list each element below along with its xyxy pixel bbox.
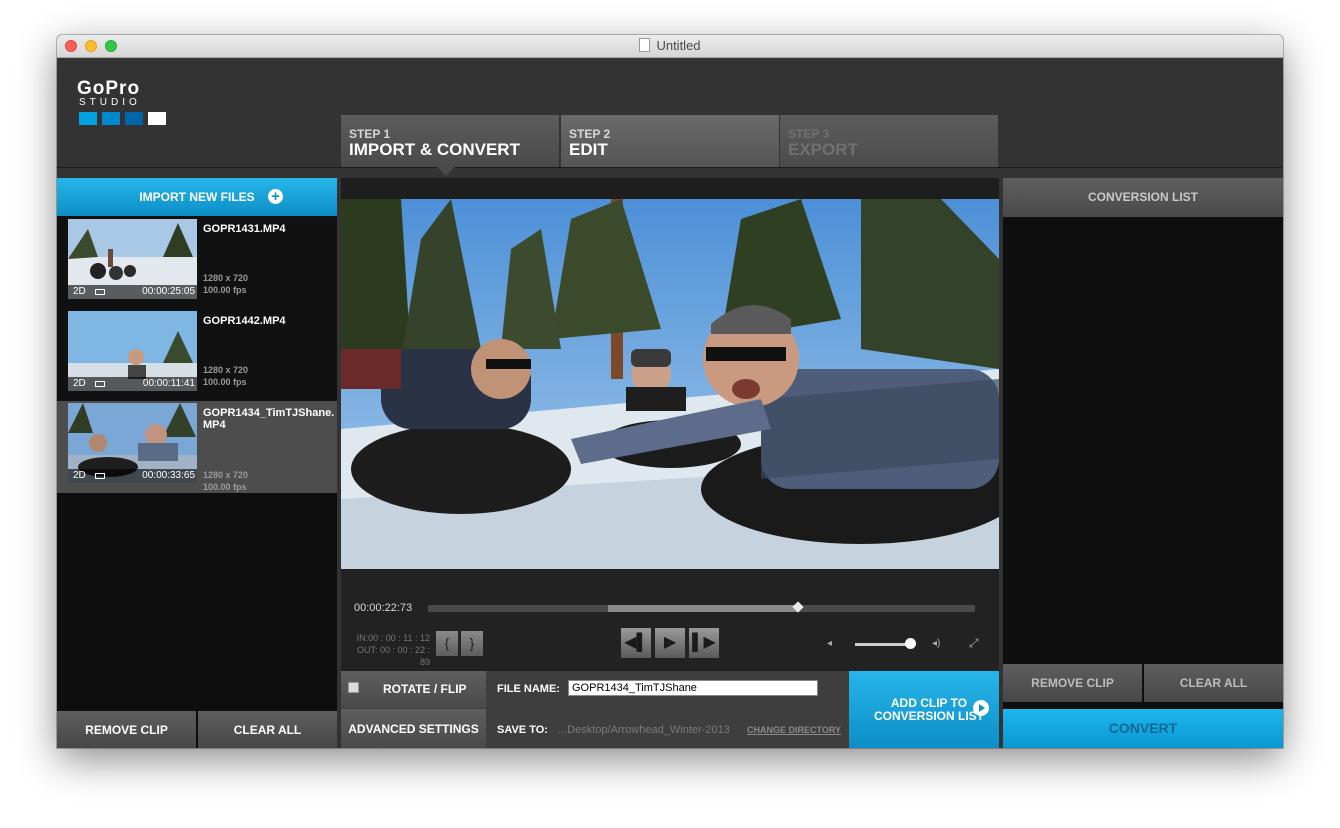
clip-meta-bar: 2D 00:00:11:41 <box>68 377 197 391</box>
remove-clip-button[interactable]: REMOVE CLIP <box>57 711 196 748</box>
camera-icon <box>95 473 105 479</box>
change-directory-link[interactable]: CHANGE DIRECTORY <box>747 725 841 735</box>
title-bar: Untitled <box>57 35 1283 58</box>
mark-in-button[interactable]: { <box>436 631 458 656</box>
clip-fps: 100.00 fps <box>203 482 247 492</box>
clip-fps: 100.00 fps <box>203 285 247 295</box>
clip-mode: 2D <box>73 286 86 297</box>
plus-circle-icon: + <box>268 189 283 204</box>
clip-specs: 1280 x 720 100.00 fps <box>203 364 248 388</box>
step-label: IMPORT & CONVERT <box>349 140 520 159</box>
logo-square-3 <box>125 112 143 125</box>
clip-specs: 1280 x 720 100.00 fps <box>203 469 248 493</box>
preview-panel: 00:00:22:73 IN:00 : 00 : 11 : 12 OUT: 00… <box>341 178 999 748</box>
app-window: Untitled GoPro STUDIO STEP 1 IMPORT & CO… <box>57 35 1283 748</box>
clip-duration: 00:00:25:05 <box>142 286 195 297</box>
mark-out-button[interactable]: } <box>461 631 483 656</box>
clip-mode: 2D <box>73 470 86 481</box>
logo-square-2 <box>102 112 120 125</box>
timeline-scrubber[interactable] <box>428 601 975 613</box>
clear-all-button[interactable]: CLEAR ALL <box>1144 664 1283 702</box>
file-name-input[interactable] <box>568 680 818 696</box>
clip-name: GOPR1434_TimTJShane. MP4 <box>203 407 335 431</box>
media-bin-actions: REMOVE CLIP CLEAR ALL <box>57 711 337 748</box>
in-out-points: IN:00 : 00 : 11 : 12 OUT: 00 : 00 : 22 :… <box>346 632 430 668</box>
conversion-list-actions: REMOVE CLIP CLEAR ALL <box>1003 664 1283 702</box>
clip-duration: 00:00:11:41 <box>142 378 195 389</box>
rotate-flip-checkbox[interactable] <box>348 682 359 693</box>
import-new-files-button[interactable]: IMPORT NEW FILES + <box>57 178 337 216</box>
clip-name: GOPR1431.MP4 <box>203 223 286 235</box>
out-point: OUT: 00 : 00 : 22 : 89 <box>356 645 430 667</box>
save-path: ...Desktop/Arrowhead_Winter-2013 <box>558 724 730 736</box>
rotate-flip-label: ROTATE / FLIP <box>383 682 467 696</box>
rotate-flip-toggle[interactable]: ROTATE / FLIP <box>341 671 486 708</box>
clip-resolution: 1280 x 720 <box>203 273 249 283</box>
app-header: GoPro STUDIO STEP 1 IMPORT & CONVERT STE… <box>57 58 1283 176</box>
add-clip-label: ADD CLIP TO CONVERSION LIST <box>874 696 985 723</box>
player-controls: 00:00:22:73 IN:00 : 00 : 11 : 12 OUT: 00… <box>341 569 999 671</box>
fullscreen-icon[interactable]: ⤢ <box>969 636 979 651</box>
step-number: STEP 3 <box>788 127 830 141</box>
clip-item[interactable]: 2D 00:00:25:05 GOPR1431.MP4 1280 x 720 1… <box>57 217 337 309</box>
clip-mode: 2D <box>73 378 86 389</box>
clip-thumbnail: 2D 00:00:11:41 <box>68 311 197 391</box>
clip-resolution: 1280 x 720 <box>203 470 249 480</box>
next-frame-button[interactable]: ▌▶ <box>689 628 719 658</box>
file-name-label: FILE NAME: <box>497 683 560 695</box>
import-label: IMPORT NEW FILES <box>139 190 255 204</box>
logo-square-1 <box>79 112 97 125</box>
clip-meta-bar: 2D 00:00:33:65 <box>68 469 197 483</box>
clip-thumbnail: 2D 00:00:25:05 <box>68 219 197 299</box>
in-point: IN:00 : 00 : 11 : 12 <box>356 633 430 643</box>
advanced-settings-button[interactable]: ADVANCED SETTINGS <box>341 709 486 748</box>
clip-thumbnail: 2D 00:00:33:65 <box>68 403 197 483</box>
volume-handle[interactable] <box>905 638 916 649</box>
in-out-range <box>608 605 798 612</box>
step-number: STEP 1 <box>349 127 391 141</box>
previous-frame-button[interactable]: ◀▌ <box>621 628 651 658</box>
logo-square-4 <box>148 112 166 125</box>
video-preview[interactable] <box>341 199 999 569</box>
camera-icon <box>95 289 105 295</box>
volume-high-icon: ◂) <box>932 638 941 649</box>
clear-all-button[interactable]: CLEAR ALL <box>198 711 337 748</box>
arrow-circle-icon <box>973 700 989 716</box>
camera-icon <box>95 381 105 387</box>
current-timecode: 00:00:22:73 <box>354 602 413 614</box>
conversion-list-panel: CONVERSION LIST REMOVE CLIP CLEAR ALL CO… <box>1003 178 1283 748</box>
step-label: EDIT <box>569 140 608 159</box>
document-icon <box>639 38 651 52</box>
tab-export[interactable]: STEP 3 EXPORT <box>780 115 998 167</box>
clip-specs: 1280 x 720 100.00 fps <box>203 272 248 296</box>
clip-meta-bar: 2D 00:00:25:05 <box>68 285 197 299</box>
clip-fps: 100.00 fps <box>203 377 247 387</box>
clip-item[interactable]: 2D 00:00:11:41 GOPR1442.MP4 1280 x 720 1… <box>57 309 337 401</box>
video-frame <box>341 199 999 569</box>
clip-resolution: 1280 x 720 <box>203 365 249 375</box>
convert-button[interactable]: CONVERT <box>1003 709 1283 748</box>
step-number: STEP 2 <box>569 127 611 141</box>
save-to-label: SAVE TO: <box>497 724 548 736</box>
remove-clip-button[interactable]: REMOVE CLIP <box>1003 664 1142 702</box>
tab-edit[interactable]: STEP 2 EDIT <box>561 115 779 167</box>
add-clip-to-conversion-list-button[interactable]: ADD CLIP TO CONVERSION LIST <box>849 671 999 748</box>
step-label: EXPORT <box>788 140 858 159</box>
volume-low-icon: ◂ <box>827 638 833 649</box>
clip-item-selected[interactable]: 2D 00:00:33:65 GOPR1434_TimTJShane. MP4 … <box>57 401 337 493</box>
logo-subtitle: STUDIO <box>79 97 141 108</box>
active-step-pointer <box>437 167 455 176</box>
conversion-settings: ROTATE / FLIP ADVANCED SETTINGS FILE NAM… <box>341 671 999 748</box>
tab-import-convert[interactable]: STEP 1 IMPORT & CONVERT <box>341 115 559 167</box>
conversion-list-title: CONVERSION LIST <box>1003 178 1283 217</box>
media-bin: IMPORT NEW FILES + 2D 00:00:25:05 GOPR14… <box>57 178 337 748</box>
window-title: Untitled <box>656 38 701 53</box>
play-button[interactable]: ▶ <box>655 628 685 658</box>
clip-name: GOPR1442.MP4 <box>203 315 286 327</box>
volume-slider[interactable] <box>855 643 911 646</box>
clip-duration: 00:00:33:65 <box>142 470 195 481</box>
window-title-wrap: Untitled <box>57 38 1283 53</box>
